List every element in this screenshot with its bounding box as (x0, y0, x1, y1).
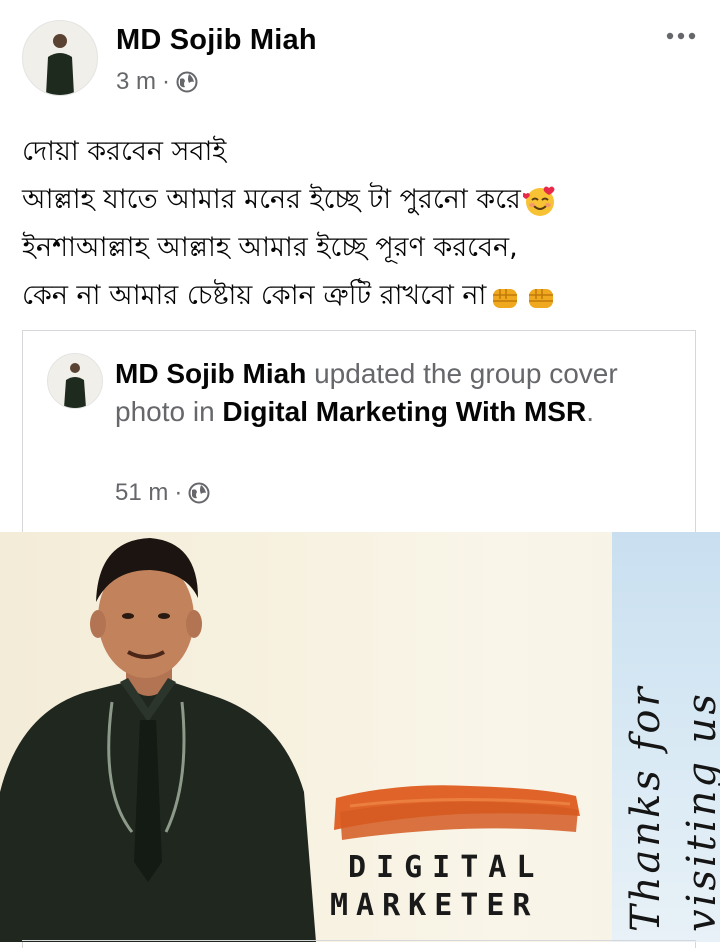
shared-author-name[interactable]: MD Sojib Miah (115, 358, 306, 389)
orange-brush-stroke (334, 785, 580, 840)
thanks-line-2: visiting us (679, 691, 720, 932)
meta-separator: · (174, 479, 183, 506)
post-text-line-content: আল্লাহ যাতে আমার মনের ইচ্ছে টা পুরনো করে (22, 184, 521, 215)
post-text-line: ইনশাআল্লাহ আল্লাহ আমার ইচ্ছে পূরণ করবেন, (22, 232, 518, 263)
author-name[interactable]: MD Sojib Miah (116, 24, 317, 57)
meta-separator: · (162, 68, 171, 95)
smiling-face-with-hearts-emoji-icon (522, 186, 555, 216)
shared-activity-text: MD Sojib Miah updated the group cover ph… (115, 355, 675, 431)
globe-icon[interactable] (188, 482, 210, 504)
post-meta: 3 m · (116, 68, 198, 96)
person-photo (0, 538, 316, 942)
raised-fist-emoji-icon (493, 288, 518, 308)
card-bottom-border (22, 940, 696, 941)
brand-line-2: MARKETER (330, 888, 539, 923)
thanks-line-1: Thanks for (623, 684, 669, 932)
shared-period: . (586, 396, 594, 427)
post-header: MD Sojib Miah 3 m · (22, 20, 698, 100)
raised-fist-emoji-icon (529, 288, 554, 308)
post-text-line: দোয়া করবেন সবাই (22, 136, 227, 167)
post-time[interactable]: 3 m (116, 68, 156, 96)
post-text-line-content: কেন না আমার চেষ্টায় কোন ত্রুটি রাখবো না (22, 280, 487, 311)
globe-icon[interactable] (176, 71, 198, 93)
shared-time[interactable]: 51 m (115, 479, 168, 507)
author-avatar[interactable] (22, 20, 98, 96)
shared-meta: 51 m · (115, 479, 210, 507)
shared-author-avatar[interactable] (47, 353, 103, 409)
post-text: দোয়া করবেন সবাই আল্লাহ যাতে আমার মনের ই… (22, 128, 700, 320)
more-options-icon[interactable] (664, 28, 698, 44)
group-name-link[interactable]: Digital Marketing With MSR (222, 396, 586, 427)
group-cover-photo[interactable]: DIGITAL MARKETER Thanks for visiting us (0, 532, 720, 942)
post-text-line: আল্লাহ যাতে আমার মনের ইচ্ছে টা পুরনো করে (22, 176, 700, 224)
thanks-side-text: Thanks for visiting us (618, 684, 720, 932)
post-text-line: কেন না আমার চেষ্টায় কোন ত্রুটি রাখবো না (22, 272, 700, 320)
brand-line-1: DIGITAL (348, 850, 545, 885)
